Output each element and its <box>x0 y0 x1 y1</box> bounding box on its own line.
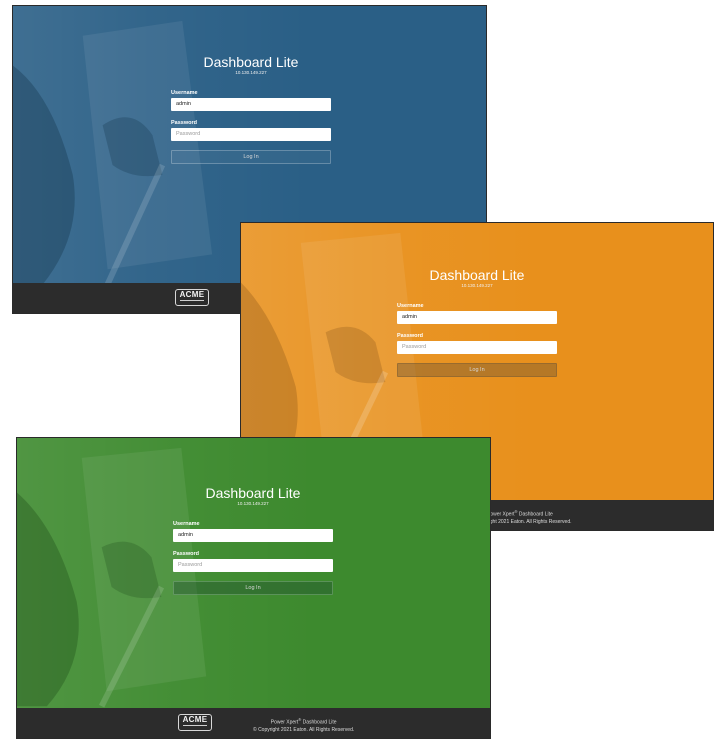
username-input[interactable]: admin <box>173 529 333 542</box>
product-name-prefix: Power Xpert <box>487 511 515 518</box>
copyright-text: right 2021 Eaton. All Rights Reserved. <box>487 518 572 525</box>
password-input[interactable]: Password <box>171 128 331 141</box>
login-button[interactable]: Log In <box>397 363 557 377</box>
username-label: Username <box>397 303 424 309</box>
acme-logo: ACME <box>178 714 212 731</box>
password-input[interactable]: Password <box>397 341 557 354</box>
username-label: Username <box>171 90 198 96</box>
product-name-suffix: Dashboard Lite <box>301 719 337 726</box>
login-button[interactable]: Log In <box>171 150 331 164</box>
footer: ACME Power Xpert® Dashboard Lite © Copyr… <box>17 708 490 738</box>
app-title: Dashboard Lite <box>205 485 301 501</box>
password-label: Password <box>173 551 199 557</box>
login-form: Dashboard Lite 10.130.149.227 Username a… <box>171 54 331 164</box>
login-form: Dashboard Lite 10.130.149.227 Username a… <box>397 267 557 377</box>
login-button[interactable]: Log In <box>173 581 333 595</box>
copyright-text: © Copyright 2021 Eaton. All Rights Reser… <box>253 726 355 733</box>
login-form: Dashboard Lite 10.130.149.227 Username a… <box>173 485 333 595</box>
app-title: Dashboard Lite <box>429 267 525 283</box>
product-name-prefix: Power Xpert <box>270 719 299 726</box>
password-label: Password <box>171 120 197 126</box>
username-label: Username <box>173 521 200 527</box>
acme-logo: ACME <box>175 289 209 306</box>
device-ip: 10.130.149.227 <box>237 501 269 506</box>
username-input[interactable]: admin <box>171 98 331 111</box>
device-ip: 10.130.149.227 <box>461 283 493 288</box>
login-screen-green: Dashboard Lite 10.130.149.227 Username a… <box>16 437 491 739</box>
username-input[interactable]: admin <box>397 311 557 324</box>
product-name-suffix: Dashboard Lite <box>517 511 553 518</box>
password-input[interactable]: Password <box>173 559 333 572</box>
password-label: Password <box>397 333 423 339</box>
footer-product-info: Power Xpert® Dashboard Lite © Copyright … <box>253 716 354 734</box>
device-ip: 10.130.149.227 <box>235 70 267 75</box>
footer-product-info: Power Xpert® Dashboard Lite right 2021 E… <box>487 508 572 526</box>
app-title: Dashboard Lite <box>203 54 299 70</box>
